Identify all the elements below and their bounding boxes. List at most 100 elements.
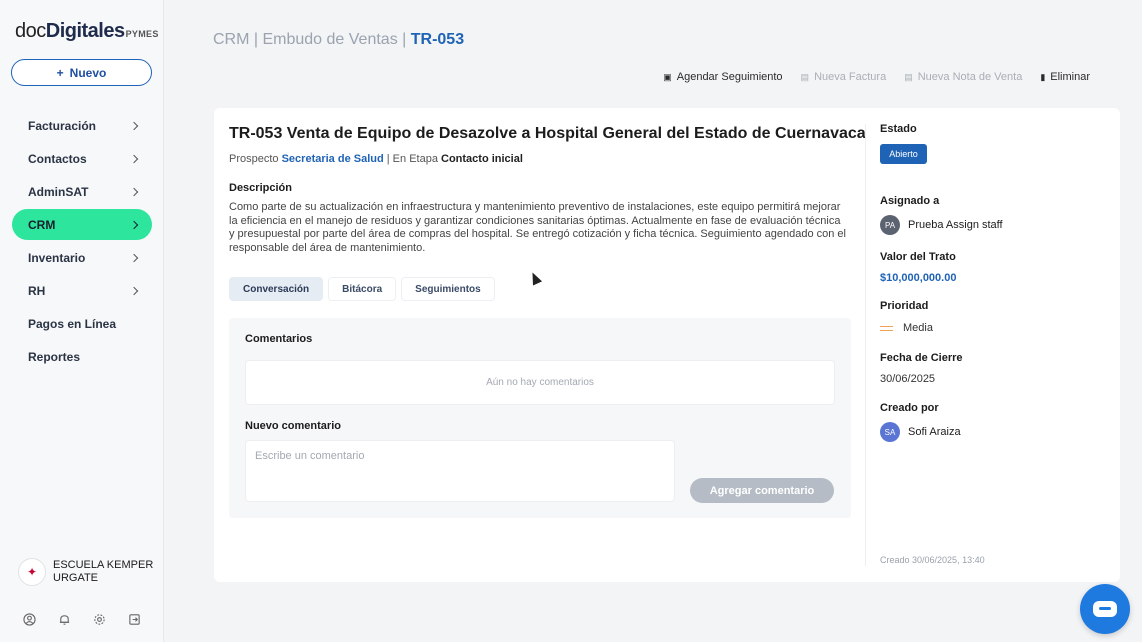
sidebar-bottom-icons	[22, 612, 142, 626]
chevron-right-icon	[129, 286, 139, 295]
logout-icon[interactable]	[128, 612, 142, 626]
created-by-name: Sofi Araiza	[908, 426, 961, 438]
add-comment-button[interactable]: Agregar comentario	[690, 478, 834, 503]
invoice-icon: ▤	[800, 71, 810, 82]
deal-value-label: Valor del Trato	[880, 251, 956, 263]
sidebar-item-contactos[interactable]: Contactos	[12, 142, 152, 175]
new-button[interactable]: + Nuevo	[11, 59, 152, 86]
organization-switcher[interactable]: ✦ ESCUELA KEMPER URGATE	[18, 558, 158, 586]
close-date-label: Fecha de Cierre	[880, 352, 963, 364]
sidebar-item-facturacion[interactable]: Facturación	[12, 109, 152, 142]
avatar: SA	[880, 422, 900, 442]
delete-label: Eliminar	[1050, 71, 1090, 83]
priority-text: Media	[903, 322, 933, 334]
stage-prefix: | En Etapa	[386, 153, 438, 165]
deal-value: $10,000,000.00	[880, 272, 957, 284]
created-by-label: Creado por	[880, 402, 939, 414]
created-by-user: SA Sofi Araiza	[880, 422, 961, 442]
sidebar: docDigitalesPYMES + Nuevo Facturación Co…	[0, 0, 164, 642]
breadcrumb-current: TR-053	[410, 31, 465, 48]
assigned-label: Asignado a	[880, 195, 940, 207]
gear-icon[interactable]	[93, 612, 107, 626]
status-badge[interactable]: Abierto	[880, 144, 927, 164]
brand-part2: Digitales	[45, 20, 125, 42]
description-text: Como parte de su actualización en infrae…	[229, 201, 846, 254]
comments-heading: Comentarios	[245, 333, 313, 345]
conversation-panel: Comentarios Aún no hay comentarios Nuevo…	[229, 318, 851, 518]
column-divider	[865, 124, 866, 566]
created-timestamp: Creado 30/06/2025, 13:40	[880, 555, 985, 565]
sidebar-item-label: CRM	[28, 217, 56, 232]
note-icon: ▤	[904, 71, 913, 82]
chevron-right-icon	[129, 154, 139, 163]
delete-button[interactable]: ▮ Eliminar	[1040, 71, 1090, 83]
bell-icon[interactable]	[57, 612, 71, 626]
organization-logo-icon: ✦	[18, 558, 46, 586]
new-invoice-label: Nueva Factura	[814, 71, 887, 83]
organization-name-line1: ESCUELA KEMPER	[53, 559, 154, 571]
sidebar-item-pagos-en-linea[interactable]: Pagos en Línea	[12, 307, 152, 340]
brand-logo[interactable]: docDigitalesPYMES	[15, 20, 159, 43]
new-comment-heading: Nuevo comentario	[245, 420, 341, 432]
breadcrumb-separator: |	[249, 31, 263, 48]
new-sales-note-label: Nueva Nota de Venta	[917, 71, 1023, 83]
chevron-right-icon	[129, 220, 139, 229]
sidebar-item-label: RH	[28, 283, 46, 298]
chat-bubble-icon	[1093, 601, 1117, 617]
sidebar-item-label: Facturación	[28, 118, 97, 133]
organization-name: ESCUELA KEMPER URGATE	[53, 559, 153, 585]
breadcrumb-crm[interactable]: CRM	[213, 31, 249, 48]
priority-label: Prioridad	[880, 300, 929, 312]
prospect-prefix: Prospecto	[229, 153, 279, 165]
breadcrumb-pipeline[interactable]: Embudo de Ventas	[262, 31, 397, 48]
schedule-followup-button[interactable]: ▣ Agendar Seguimiento	[663, 71, 782, 83]
calendar-icon: ▣	[663, 71, 672, 82]
header-actions: ▣ Agendar Seguimiento ▤ Nueva Factura ▤ Nue…	[663, 71, 1090, 83]
new-invoice-button[interactable]: ▤ Nueva Factura	[801, 71, 887, 83]
stage-name: Contacto inicial	[441, 153, 523, 165]
user-circle-icon[interactable]	[22, 612, 36, 626]
sidebar-item-reportes[interactable]: Reportes	[12, 340, 152, 373]
sidebar-nav: Facturación Contactos AdminSAT CRM Inven…	[12, 109, 152, 373]
breadcrumb: CRM | Embudo de Ventas | TR-053	[213, 31, 464, 49]
comment-input[interactable]	[245, 440, 675, 502]
empty-comments: Aún no hay comentarios	[245, 360, 835, 405]
description-label: Descripción	[229, 182, 292, 194]
chat-support-button[interactable]	[1080, 584, 1130, 634]
priority-value: Media	[880, 322, 933, 334]
sidebar-item-crm[interactable]: CRM	[12, 209, 152, 240]
tab-seguimientos[interactable]: Seguimientos	[401, 277, 495, 301]
new-sales-note-button[interactable]: ▤ Nueva Nota de Venta	[904, 71, 1022, 83]
status-label: Estado	[880, 123, 917, 135]
trash-icon: ▮	[1040, 71, 1046, 82]
assigned-name: Prueba Assign staff	[908, 219, 1003, 231]
tab-bitacora[interactable]: Bitácora	[328, 277, 397, 301]
sidebar-item-label: Pagos en Línea	[28, 316, 117, 331]
brand-suffix: PYMES	[125, 29, 159, 39]
deal-card: TR-053 Venta de Equipo de Desazolve a Ho…	[214, 108, 1120, 582]
prospect-link[interactable]: Secretaria de Salud	[282, 153, 384, 165]
avatar: PA	[880, 215, 900, 235]
chevron-right-icon	[129, 187, 139, 196]
sidebar-item-label: Inventario	[28, 250, 86, 265]
close-date: 30/06/2025	[880, 373, 936, 385]
deal-title: TR-053 Venta de Equipo de Desazolve a Ho…	[229, 125, 866, 142]
sidebar-item-label: AdminSAT	[28, 184, 89, 199]
priority-medium-icon	[880, 325, 893, 331]
chevron-right-icon	[129, 121, 139, 130]
breadcrumb-separator: |	[397, 31, 411, 48]
organization-name-line2: URGATE	[53, 572, 99, 584]
new-button-label: Nuevo	[69, 65, 107, 80]
sidebar-item-label: Contactos	[28, 151, 87, 166]
assigned-user: PA Prueba Assign staff	[880, 215, 1003, 235]
deal-prospect-line: Prospecto Secretaria de Salud | En Etapa…	[229, 153, 523, 165]
sidebar-item-adminsat[interactable]: AdminSAT	[12, 175, 152, 208]
tab-conversacion[interactable]: Conversación	[229, 277, 324, 301]
sidebar-item-inventario[interactable]: Inventario	[12, 241, 152, 274]
brand-part1: doc	[15, 20, 46, 42]
sidebar-item-label: Reportes	[28, 349, 81, 364]
sidebar-item-rh[interactable]: RH	[12, 274, 152, 307]
deal-tabs: Conversación Bitácora Seguimientos	[229, 277, 495, 301]
chevron-right-icon	[129, 253, 139, 262]
schedule-followup-label: Agendar Seguimiento	[676, 71, 783, 83]
